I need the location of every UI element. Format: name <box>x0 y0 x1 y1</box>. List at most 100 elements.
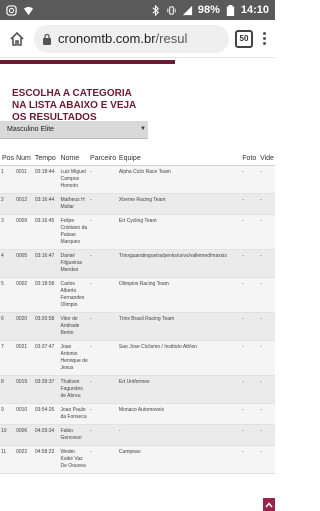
cell-pos: 9 <box>0 403 16 425</box>
cell-video: - <box>259 214 275 250</box>
cell-tempo: 03:16:44 <box>33 193 60 215</box>
cell-foto: - <box>241 193 260 215</box>
cell-foto: - <box>241 214 260 250</box>
cell-foto: - <box>241 165 260 194</box>
table-row: 1 0011 03:18:44 Luiz Miguel Campos Honor… <box>0 165 275 194</box>
cell-num: 0020 <box>15 312 34 341</box>
cell-nome: Thalison Fagundes de Abreu <box>59 375 90 404</box>
cell-pos: 8 <box>0 375 16 404</box>
table-row: 5 0002 03:18:58 Carlos Alberto Fernandes… <box>0 277 275 313</box>
cell-foto: - <box>241 277 260 313</box>
cell-foto: - <box>241 403 260 425</box>
cell-video: - <box>259 445 275 474</box>
cell-parceiro: - <box>89 193 118 215</box>
table-row: 3 0009 03:16:45 Felipe Cristiano da Paix… <box>0 214 275 250</box>
results-table: Pos Num Tempo Nome Parceiro Equipe Foto … <box>0 152 275 474</box>
cell-pos: 6 <box>0 312 16 341</box>
cell-nome: Luiz Miguel Campos Honorio <box>59 165 90 194</box>
cell-video: - <box>259 375 275 404</box>
battery-percent: 98% <box>197 4 220 16</box>
cell-video: - <box>259 193 275 215</box>
tab-switcher-button[interactable]: 50 <box>235 29 253 48</box>
table-row: 7 0021 03:37:47 Joao Antonio Henrique de… <box>0 340 275 376</box>
url-text: cronomtb.com.br/resul <box>58 31 187 46</box>
status-bar: 98% 14:10 <box>0 0 275 20</box>
url-path: /resul <box>155 31 188 46</box>
column-header-tempo: Tempo <box>33 152 60 166</box>
table-row: 4 0005 03:16:47 Daniel Filgueiras Mendes… <box>0 249 275 278</box>
cell-pos: 4 <box>0 249 16 278</box>
cell-equipe: Alpha Ciclo Race Team <box>117 165 242 194</box>
cell-video: - <box>259 249 275 278</box>
cell-num: 0010 <box>15 403 34 425</box>
address-bar[interactable]: cronomtb.com.br/resul <box>34 24 229 53</box>
cell-parceiro: - <box>89 312 118 341</box>
battery-icon <box>226 4 235 16</box>
cell-nome: Daniel Filgueiras Mendes <box>59 249 90 278</box>
cell-equipe: Xtreme Racing Team <box>117 193 242 215</box>
category-select[interactable]: Masculino Elite ▼ <box>0 121 148 139</box>
cell-pos: 10 <box>0 424 16 446</box>
cell-video: - <box>259 340 275 376</box>
column-header-pos: Pos <box>0 152 16 166</box>
cell-tempo: 03:18:44 <box>33 165 60 194</box>
cell-parceiro: - <box>89 424 118 446</box>
cell-parceiro: - <box>89 403 118 425</box>
cell-num: 0011 <box>15 165 34 194</box>
table-header-row: Pos Num Tempo Nome Parceiro Equipe Foto … <box>0 152 275 166</box>
table-row: 10 0006 04:29:34 Fabio Genovezi - - - - <box>0 424 275 446</box>
cell-tempo: 04:29:34 <box>33 424 60 446</box>
chevron-up-icon <box>265 502 273 508</box>
signal-icon <box>182 5 192 15</box>
table-row: 11 0022 04:58:23 Weder Kaiké Vaz De Oouv… <box>0 445 275 474</box>
dropdown-caret-icon: ▼ <box>140 126 146 132</box>
cell-pos: 11 <box>0 445 16 474</box>
clock: 14:10 <box>240 4 269 16</box>
cell-tempo: 03:18:58 <box>33 277 60 313</box>
cell-tempo: 03:39:37 <box>33 375 60 404</box>
cell-parceiro: - <box>89 214 118 250</box>
more-vert-icon <box>262 32 266 35</box>
home-button[interactable] <box>6 28 28 50</box>
home-icon <box>10 31 24 46</box>
column-header-num: Num <box>15 152 34 166</box>
column-header-equipe: Equipe <box>117 152 242 166</box>
cell-parceiro: - <box>89 277 118 313</box>
page-content: ESCOLHA A CATEGORIA NA LISTA ABAIXO E VE… <box>0 58 275 511</box>
column-header-nome: Nome <box>59 152 90 166</box>
overflow-menu-button[interactable] <box>259 32 269 45</box>
cell-nome: Vitor de Andrade Bento <box>59 312 90 341</box>
cell-equipe: Sao Jose Ciclismo / Instituto Athlon <box>117 340 242 376</box>
cell-num: 0009 <box>15 214 34 250</box>
results-table-wrapper[interactable]: Pos Num Tempo Nome Parceiro Equipe Foto … <box>0 152 275 474</box>
cell-nome: Matheus H Mullar <box>59 193 90 215</box>
browser-toolbar: cronomtb.com.br/resul 50 <box>0 20 275 58</box>
cell-equipe: Ert Cycling Team <box>117 214 242 250</box>
cell-parceiro: - <box>89 165 118 194</box>
cell-nome: Felipe Cristiano da Paixao Marques <box>59 214 90 250</box>
category-select-value: Masculino Elite <box>7 126 55 133</box>
cell-parceiro: - <box>89 249 118 278</box>
cell-video: - <box>259 312 275 341</box>
cell-tempo: 03:37:47 <box>33 340 60 376</box>
cell-num: 0021 <box>15 340 34 376</box>
cell-nome: Joao Paulo da Fonseca <box>59 403 90 425</box>
cell-num: 0005 <box>15 249 34 278</box>
cell-foto: - <box>241 340 260 376</box>
cell-video: - <box>259 403 275 425</box>
cell-pos: 2 <box>0 193 16 215</box>
cell-nome: Weder Kaiké Vaz De Oouvea <box>59 445 90 474</box>
scroll-to-top-button[interactable] <box>263 498 275 511</box>
instagram-icon <box>6 4 17 16</box>
cell-foto: - <box>241 424 260 446</box>
cell-tempo: 03:16:47 <box>33 249 60 278</box>
cell-parceiro: - <box>89 445 118 474</box>
cell-num: 0019 <box>15 375 34 404</box>
cell-video: - <box>259 165 275 194</box>
cell-video: - <box>259 424 275 446</box>
cell-tempo: 03:54:26 <box>33 403 60 425</box>
cell-foto: - <box>241 249 260 278</box>
cell-nome: Joao Antonio Henrique de Jesus <box>59 340 90 376</box>
page-heading: ESCOLHA A CATEGORIA NA LISTA ABAIXO E VE… <box>12 88 136 123</box>
cell-pos: 3 <box>0 214 16 250</box>
